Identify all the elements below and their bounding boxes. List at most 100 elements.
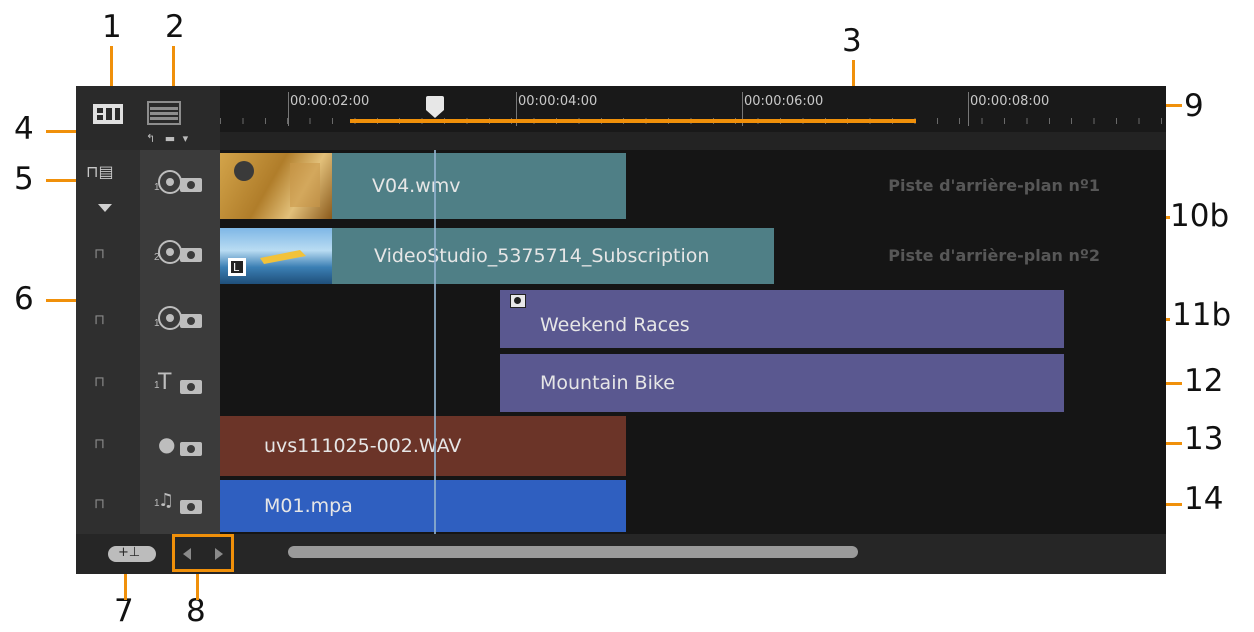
track-overlay-1[interactable]: Weekend Races [220, 288, 1166, 353]
video-track-icon: 2 [154, 240, 204, 264]
track-visibility-icon[interactable] [180, 500, 202, 514]
track-number: 1 [154, 498, 160, 509]
clip-m01-mpa[interactable]: M01.mpa [220, 480, 626, 532]
clip-thumbnail-art: L [228, 250, 306, 276]
track-visibility-icon[interactable] [180, 314, 202, 328]
track-number: 2 [154, 252, 160, 263]
track-visibility-icon[interactable] [180, 442, 202, 456]
track-visibility-icon[interactable] [180, 248, 202, 262]
clip-thumbnail-art [234, 161, 320, 207]
clip-label: Weekend Races [540, 313, 690, 336]
clip-videostudio-subscription[interactable]: L VideoStudio_5375714_Subscription [220, 228, 774, 284]
track-manager-list-glyph: ▤ [98, 162, 114, 181]
music-track-icon: ♫ 1 [154, 490, 204, 516]
background-track-label: Piste d'arrière-plan nº1 [888, 176, 1100, 195]
lock-icon[interactable]: ⊓ [94, 312, 110, 328]
track-header-video-2[interactable]: 2 [140, 222, 220, 289]
video-track-icon: 1 [154, 170, 204, 194]
overlay-track-icon: 1 [154, 306, 204, 330]
scrubber-head [426, 96, 444, 110]
clip-fx-eye [514, 297, 521, 304]
clip-thumbnail: L [220, 228, 332, 284]
callout-14: 14 [1184, 481, 1224, 517]
title-track-icon: T 1 [154, 370, 204, 396]
svg-text:L: L [233, 261, 240, 274]
track-number: 1 [154, 318, 160, 329]
clip-label: M01.mpa [264, 495, 353, 517]
background-track-label: Piste d'arrière-plan nº2 [888, 246, 1100, 265]
film-reel-glyph [158, 306, 182, 330]
microphone-glyph: ● [158, 432, 176, 456]
track-voice[interactable]: uvs111025-002.WAV [220, 416, 1166, 477]
callout-2: 2 [165, 9, 185, 45]
storyboard-view-glyph [93, 104, 123, 124]
clip-weekend-races[interactable]: Weekend Races [500, 290, 1064, 348]
track-header-title-1[interactable]: T 1 [140, 352, 220, 417]
clip-label: Mountain Bike [540, 372, 675, 394]
track-header-music-1[interactable]: ♫ 1 [140, 476, 220, 535]
clip-label: VideoStudio_5375714_Subscription [374, 245, 710, 267]
lock-icon[interactable]: ⊓ [94, 374, 110, 390]
lock-icon[interactable]: ⊓ [94, 246, 110, 262]
timecode-4s: 00:00:04:00 [518, 94, 598, 109]
zoom-out-glyph: ▬ [164, 132, 176, 145]
callout-5: 5 [14, 161, 34, 197]
callout-12: 12 [1184, 363, 1224, 399]
callout-7: 7 [114, 593, 134, 629]
track-visibility-icon[interactable] [180, 380, 202, 394]
callout-11b: 11b [1172, 297, 1232, 333]
track-manager-lock-glyph: ⊓ [86, 162, 99, 181]
clip-label: uvs111025-002.WAV [264, 435, 462, 457]
track-title-1[interactable]: Mountain Bike [220, 352, 1166, 417]
track-manager-dropdown-icon[interactable] [98, 204, 112, 212]
callout-6: 6 [14, 281, 34, 317]
clip-label: V04.wmv [372, 175, 461, 197]
track-music-1[interactable]: M01.mpa [220, 476, 1166, 535]
timeline-view-glyph [147, 101, 181, 125]
track-visibility-icon[interactable] [180, 178, 202, 192]
timeline-editor: ↰ ▬ ▾ ⊓▤ 00:00:02:00 00:00:04:00 00:00:0… [76, 86, 1166, 574]
lock-icon[interactable]: ⊓ [94, 436, 110, 452]
storyboard-view-icon[interactable] [92, 102, 124, 126]
track-header-voice[interactable]: ● [140, 416, 220, 477]
zoom-controls-icon[interactable]: ↰ ▬ ▾ [146, 132, 208, 146]
track-manager-icon[interactable]: ⊓▤ [86, 162, 118, 182]
clip-v04[interactable]: V04.wmv [220, 153, 626, 219]
clip-fx-icon [510, 294, 526, 308]
time-ruler[interactable]: 00:00:02:00 00:00:04:00 00:00:06:00 00:0… [220, 86, 1166, 132]
scrubber-tip [426, 110, 444, 118]
scroll-nav-box [172, 534, 234, 572]
track-header-video-1[interactable]: 1 [140, 150, 220, 223]
callout-1: 1 [102, 9, 122, 45]
ruler-subheader [220, 132, 1166, 150]
music-note-glyph: ♫ [158, 490, 175, 511]
ruler-major-tick [288, 92, 289, 126]
timeline-view-icon[interactable] [146, 100, 182, 126]
clip-thumbnail [220, 153, 332, 219]
track-video-2[interactable]: L VideoStudio_5375714_Subscription Piste… [220, 222, 1166, 289]
leader-8 [196, 572, 199, 600]
playhead-line[interactable] [434, 150, 436, 534]
ruler-major-tick [968, 92, 969, 126]
clip-uvs-wav[interactable]: uvs111025-002.WAV [220, 416, 626, 476]
callout-13: 13 [1184, 421, 1224, 457]
title-t-glyph: T [158, 370, 172, 395]
callout-3: 3 [842, 23, 862, 59]
scroll-left-icon[interactable] [183, 548, 191, 560]
scroll-right-icon[interactable] [215, 548, 223, 560]
lock-icon[interactable]: ⊓ [94, 496, 110, 512]
add-track-glyph: +⊥ [118, 545, 141, 560]
track-number: 1 [154, 182, 160, 193]
timecode-8s: 00:00:08:00 [970, 94, 1050, 109]
film-reel-glyph [158, 240, 182, 264]
zoom-dropdown-glyph: ▾ [182, 132, 189, 145]
track-header-overlay-1[interactable]: 1 [140, 288, 220, 353]
track-video-1[interactable]: V04.wmv Piste d'arrière-plan nº1 [220, 150, 1166, 223]
callout-8: 8 [186, 593, 206, 629]
clip-mountain-bike[interactable]: Mountain Bike [500, 354, 1064, 412]
timecode-2s: 00:00:02:00 [290, 94, 370, 109]
voice-track-icon: ● [158, 432, 204, 458]
timeline-scrollbar[interactable] [288, 546, 858, 558]
add-track-icon[interactable]: +⊥ [108, 545, 156, 562]
undo-zoom-glyph: ↰ [146, 132, 156, 145]
